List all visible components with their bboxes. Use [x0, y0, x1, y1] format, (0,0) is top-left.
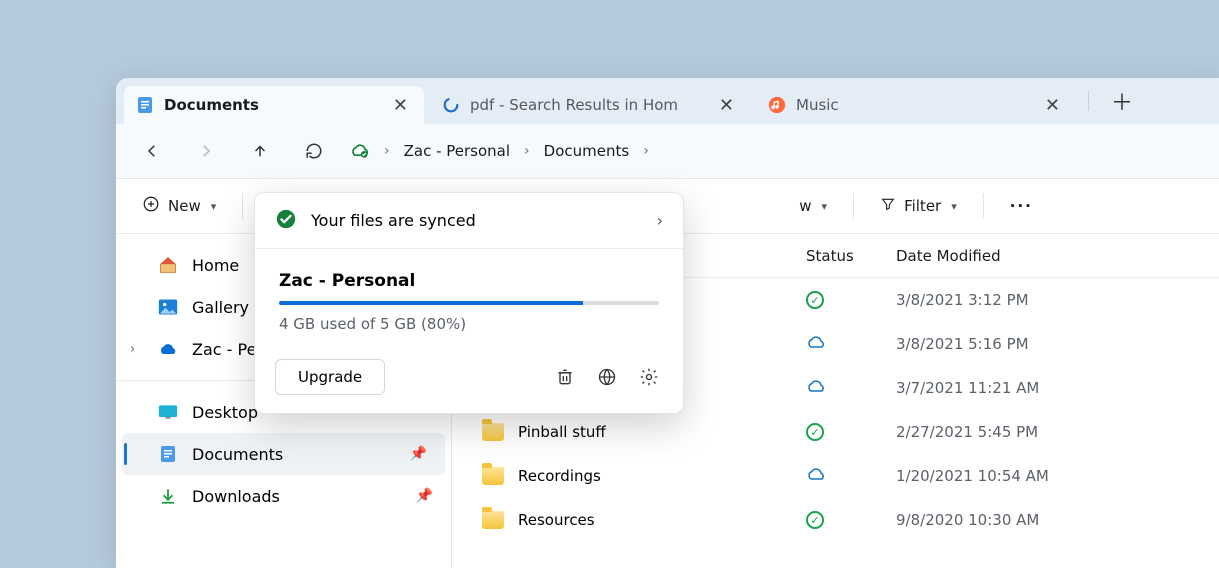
date-modified: 2/27/2021 5:45 PM [896, 423, 1219, 441]
synced-icon: ✓ [806, 423, 824, 441]
table-row[interactable]: Resources ✓ 9/8/2020 10:30 AM [452, 498, 1219, 542]
cloud-icon [806, 335, 826, 353]
music-icon [768, 96, 786, 114]
sidebar-label: Home [192, 256, 239, 275]
tab-music[interactable]: Music ✕ [756, 86, 1076, 124]
divider [1088, 91, 1089, 111]
up-button[interactable] [242, 133, 278, 169]
synced-icon: ✓ [806, 511, 824, 529]
breadcrumb: › Zac - Personal › Documents › [350, 141, 651, 161]
tab-title: Music [796, 96, 1031, 114]
breadcrumb-current[interactable]: Documents [544, 142, 630, 160]
document-icon [158, 444, 178, 464]
date-modified: 1/20/2021 10:54 AM [896, 467, 1219, 485]
folder-icon [482, 423, 504, 441]
date-modified: 3/7/2021 11:21 AM [896, 379, 1219, 397]
tab-title: Documents [164, 96, 379, 114]
divider [983, 193, 984, 219]
chevron-right-icon[interactable]: › [641, 143, 651, 159]
filter-button[interactable]: Filter ▾ [872, 190, 965, 222]
table-row[interactable]: Recordings 1/20/2021 10:54 AM [452, 454, 1219, 498]
popup-headline: Your files are synced [311, 211, 643, 230]
sidebar-item-downloads[interactable]: Downloads 📌 [116, 475, 451, 517]
back-button[interactable] [134, 133, 170, 169]
file-name: Pinball stuff [518, 423, 606, 441]
popup-header[interactable]: Your files are synced › [255, 193, 683, 249]
synced-icon: ✓ [806, 291, 824, 309]
globe-icon[interactable] [593, 363, 621, 391]
column-status[interactable]: Status [806, 247, 896, 265]
account-name: Zac - Personal [279, 271, 659, 291]
chevron-down-icon: ▾ [211, 200, 217, 213]
refresh-button[interactable] [296, 133, 332, 169]
new-button[interactable]: New ▾ [134, 189, 224, 223]
sidebar-label: Gallery [192, 298, 249, 317]
tab-documents[interactable]: Documents ✕ [124, 86, 424, 124]
file-name: Recordings [518, 467, 601, 485]
chevron-right-icon[interactable]: › [657, 211, 663, 230]
pin-icon[interactable]: 📌 [416, 488, 433, 504]
gear-icon[interactable] [635, 363, 663, 391]
column-date-modified[interactable]: Date Modified [896, 247, 1219, 265]
recycle-bin-icon[interactable] [551, 363, 579, 391]
chevron-right-icon[interactable]: › [522, 143, 532, 159]
sidebar-label: Downloads [192, 487, 280, 506]
gallery-icon [158, 297, 178, 317]
navigation-bar: › Zac - Personal › Documents › [116, 124, 1219, 178]
chevron-down-icon: ▾ [951, 200, 957, 213]
pin-icon[interactable]: 📌 [410, 446, 427, 462]
document-icon [136, 96, 154, 114]
loading-spinner-icon [442, 96, 460, 114]
storage-quota-text: 4 GB used of 5 GB (80%) [279, 315, 659, 333]
tab-title: pdf - Search Results in Hom [470, 96, 705, 114]
close-icon[interactable]: ✕ [1041, 95, 1064, 116]
onedrive-sync-popup: Your files are synced › Zac - Personal 4… [254, 192, 684, 414]
sidebar-label: Documents [192, 445, 283, 464]
divider [853, 193, 854, 219]
close-icon[interactable]: ✕ [389, 95, 412, 116]
file-name: Resources [518, 511, 595, 529]
chevron-down-icon: ▾ [822, 200, 828, 213]
plus-circle-icon [142, 195, 160, 217]
view-label: w [799, 197, 811, 215]
folder-icon [482, 511, 504, 529]
folder-icon [482, 467, 504, 485]
divider [242, 193, 243, 219]
sidebar-label: Desktop [192, 403, 258, 422]
forward-button[interactable] [188, 133, 224, 169]
date-modified: 3/8/2021 3:12 PM [896, 291, 1219, 309]
onedrive-synced-icon [350, 141, 370, 161]
cloud-icon [806, 467, 826, 485]
popup-footer: Upgrade [255, 343, 683, 413]
filter-icon [880, 196, 896, 216]
breadcrumb-root[interactable]: Zac - Personal [404, 142, 510, 160]
date-modified: 3/8/2021 5:16 PM [896, 335, 1219, 353]
chevron-right-icon[interactable]: › [130, 342, 135, 357]
chevron-right-icon[interactable]: › [382, 143, 392, 159]
check-circle-icon [275, 208, 297, 234]
downloads-icon [158, 486, 178, 506]
cloud-icon [806, 379, 826, 397]
desktop-icon [158, 402, 178, 422]
more-button[interactable]: ··· [1002, 191, 1041, 221]
upgrade-button[interactable]: Upgrade [275, 359, 385, 395]
storage-bar [279, 301, 659, 305]
onedrive-icon [158, 339, 178, 359]
date-modified: 9/8/2020 10:30 AM [896, 511, 1219, 529]
new-tab-button[interactable]: ＋ [1101, 85, 1143, 117]
new-label: New [168, 197, 201, 215]
tab-strip: Documents ✕ pdf - Search Results in Hom … [116, 78, 1219, 124]
popup-body: Zac - Personal 4 GB used of 5 GB (80%) [255, 249, 683, 343]
table-row[interactable]: Pinball stuff ✓ 2/27/2021 5:45 PM [452, 410, 1219, 454]
filter-label: Filter [904, 197, 941, 215]
home-icon [158, 255, 178, 275]
close-icon[interactable]: ✕ [715, 95, 738, 116]
sidebar-item-documents[interactable]: Documents 📌 [122, 433, 445, 475]
tab-search-results[interactable]: pdf - Search Results in Hom ✕ [430, 86, 750, 124]
view-button[interactable]: w ▾ [791, 191, 835, 221]
